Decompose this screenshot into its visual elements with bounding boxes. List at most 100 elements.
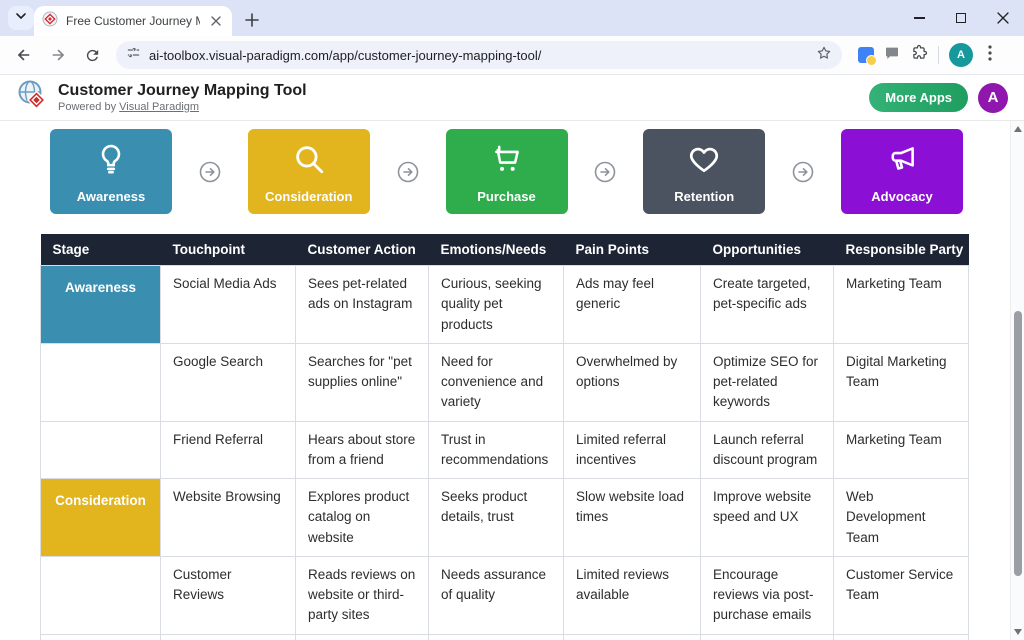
- visual-paradigm-link[interactable]: Visual Paradigm: [119, 101, 199, 113]
- stage-label: Awareness: [77, 189, 145, 204]
- table-cell-pain-points: Overwhelmed by options: [564, 343, 701, 421]
- new-tab-button[interactable]: [238, 6, 266, 34]
- extensions-puzzle-icon[interactable]: [910, 44, 928, 67]
- column-header: Emotions/Needs: [429, 234, 564, 266]
- table-cell-pain-points: Limited referral incentives: [564, 421, 701, 479]
- table-cell-pain-points: Ads may feel generic: [564, 266, 701, 344]
- table-cell-customer-action: Sees pet-related ads on Instagram: [296, 266, 429, 344]
- url-bar[interactable]: ai-toolbox.visual-paradigm.com/app/custo…: [116, 41, 842, 69]
- lightbulb-icon: [94, 142, 128, 176]
- heart-icon: [687, 142, 721, 176]
- back-button[interactable]: [10, 41, 38, 69]
- table-cell-emotions-needs: Seeks product details, trust: [429, 479, 564, 557]
- column-header: Stage: [41, 234, 161, 266]
- window-controls: [898, 0, 1024, 36]
- table-cell-responsible-party: Marketing Team: [834, 634, 969, 640]
- browser-toolbar: ai-toolbox.visual-paradigm.com/app/custo…: [0, 36, 1024, 74]
- reload-icon: [84, 47, 101, 64]
- stage-label: Advocacy: [871, 189, 932, 204]
- table-cell-emotions-needs: Price sensitivity,: [429, 634, 564, 640]
- close-button[interactable]: [982, 0, 1024, 36]
- table-row: Friend ReferralHears about store from a …: [41, 421, 969, 479]
- table-body: AwarenessSocial Media AdsSees pet-relate…: [41, 266, 969, 640]
- vertical-scrollbar[interactable]: [1010, 121, 1024, 640]
- scroll-up-icon[interactable]: [1014, 126, 1022, 132]
- stage-label: Purchase: [477, 189, 536, 204]
- column-header: Pain Points: [564, 234, 701, 266]
- stage-label: Retention: [674, 189, 734, 204]
- table-cell-opportunities: Encourage reviews via post-purchase emai…: [701, 556, 834, 634]
- browser-window: Free Customer Journey Mappin: [0, 0, 1024, 640]
- table-row: AwarenessSocial Media AdsSees pet-relate…: [41, 266, 969, 344]
- stage-cell: [41, 634, 161, 640]
- table-cell-customer-action: Explores product catalog on website: [296, 479, 429, 557]
- app-header: Customer Journey Mapping Tool Powered by…: [0, 74, 1024, 121]
- reload-button[interactable]: [78, 41, 106, 69]
- bookmark-star-icon[interactable]: [816, 45, 832, 66]
- table-cell-pain-points: Unclear pricing or: [564, 634, 701, 640]
- cart-icon: [490, 142, 524, 176]
- stage-card-retention[interactable]: Retention: [643, 129, 765, 214]
- table-cell-emotions-needs: Trust in recommendations: [429, 421, 564, 479]
- favicon: [42, 11, 58, 32]
- table-cell-responsible-party: Customer Service Team: [834, 556, 969, 634]
- site-info-icon[interactable]: [126, 45, 141, 65]
- toolbar-divider: [938, 46, 939, 64]
- stage-card-advocacy[interactable]: Advocacy: [841, 129, 963, 214]
- back-icon: [15, 46, 33, 64]
- table-cell-customer-action: Hears about store from a friend: [296, 421, 429, 479]
- table-cell-responsible-party: Digital Marketing Team: [834, 343, 969, 421]
- scroll-down-icon[interactable]: [1014, 629, 1022, 635]
- close-icon: [997, 12, 1009, 24]
- chat-icon[interactable]: [884, 45, 900, 66]
- flow-arrow-icon: [791, 160, 815, 184]
- minimize-button[interactable]: [898, 0, 940, 36]
- table-cell-customer-action: Compares prices: [296, 634, 429, 640]
- flow-arrow-icon: [593, 160, 617, 184]
- tab-search-button[interactable]: [8, 6, 34, 30]
- stage-card-awareness[interactable]: Awareness: [50, 129, 172, 214]
- journey-table: StageTouchpointCustomer ActionEmotions/N…: [40, 234, 969, 640]
- extension-icon[interactable]: [858, 47, 874, 63]
- flow-arrow-icon: [198, 160, 222, 184]
- url-text[interactable]: ai-toolbox.visual-paradigm.com/app/custo…: [149, 48, 808, 63]
- megaphone-icon: [885, 142, 919, 176]
- tab-strip: Free Customer Journey Mappin: [0, 0, 1024, 36]
- menu-kebab-icon[interactable]: [983, 45, 997, 66]
- profile-avatar[interactable]: A: [949, 43, 973, 67]
- user-avatar[interactable]: A: [978, 83, 1008, 113]
- table-cell-emotions-needs: Needs assurance of quality: [429, 556, 564, 634]
- table-header-row: StageTouchpointCustomer ActionEmotions/N…: [41, 234, 969, 266]
- visual-paradigm-logo: [16, 79, 48, 116]
- table-cell-opportunities: Create targeted, pet-specific ads: [701, 266, 834, 344]
- tab-title: Free Customer Journey Mappin: [66, 14, 200, 28]
- stage-cell: [41, 343, 161, 421]
- table-cell-pain-points: Limited reviews available: [564, 556, 701, 634]
- table-cell-responsible-party: Marketing Team: [834, 266, 969, 344]
- more-apps-button[interactable]: More Apps: [869, 83, 968, 112]
- table-row: ConsiderationWebsite BrowsingExplores pr…: [41, 479, 969, 557]
- table-cell-opportunities: Improve website speed and UX: [701, 479, 834, 557]
- table-row: ComparisonCompares pricesPrice sensitivi…: [41, 634, 969, 640]
- table-cell-customer-action: Reads reviews on website or third-party …: [296, 556, 429, 634]
- browser-tab[interactable]: Free Customer Journey Mappin: [34, 6, 232, 36]
- maximize-icon: [956, 13, 966, 23]
- flow-arrow-icon: [396, 160, 420, 184]
- table-cell-touchpoint: Google Search: [161, 343, 296, 421]
- stage-card-purchase[interactable]: Purchase: [446, 129, 568, 214]
- tab-close-icon[interactable]: [208, 13, 224, 29]
- table-cell-opportunities: Launch referral discount program: [701, 421, 834, 479]
- forward-icon: [49, 46, 67, 64]
- maximize-button[interactable]: [940, 0, 982, 36]
- chevron-down-icon: [15, 9, 27, 27]
- scrollbar-thumb[interactable]: [1014, 311, 1022, 576]
- forward-button[interactable]: [44, 41, 72, 69]
- table-row: Google SearchSearches for "pet supplies …: [41, 343, 969, 421]
- column-header: Responsible Party: [834, 234, 969, 266]
- stage-card-consideration[interactable]: Consideration: [248, 129, 370, 214]
- table-row: Customer ReviewsReads reviews on website…: [41, 556, 969, 634]
- stage-cell: Consideration: [41, 479, 161, 557]
- table-cell-responsible-party: Web Development Team: [834, 479, 969, 557]
- table-cell-pain-points: Slow website load times: [564, 479, 701, 557]
- stage-cell: Awareness: [41, 266, 161, 344]
